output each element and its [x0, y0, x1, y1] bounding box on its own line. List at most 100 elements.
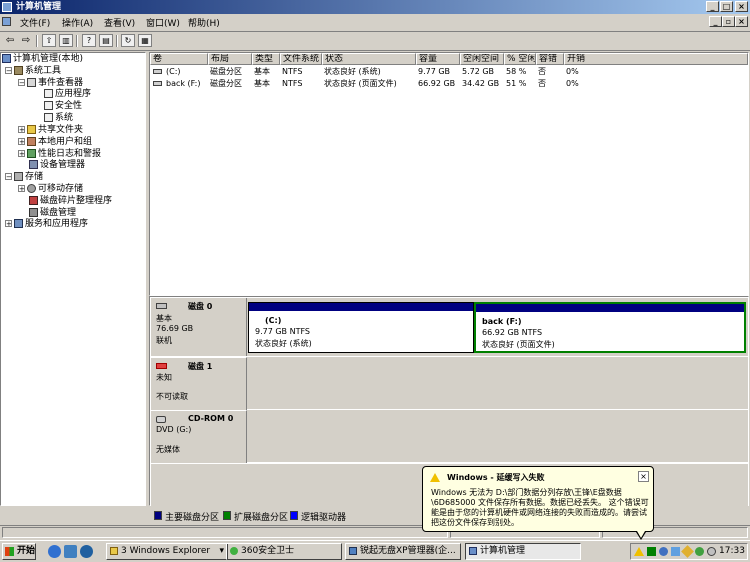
primary-partition-bar [476, 304, 744, 312]
delayed-write-failed-balloon[interactable]: Windows - 延缓写入失败 × Windows 无法为 D:\部门数据分列… [422, 466, 654, 540]
task-diskless-manager[interactable]: 锐起无盘XP管理器(企... [345, 543, 461, 560]
users-icon [27, 137, 36, 146]
back-arrow-icon[interactable]: ⇦ [3, 34, 17, 47]
menu-help[interactable]: 帮助(H) [188, 16, 220, 29]
expand-icon[interactable]: + [18, 138, 25, 146]
menu-window[interactable]: 窗口(W) [146, 16, 180, 29]
legend-extended-label: 扩展磁盘分区 [234, 513, 289, 523]
collapse-icon[interactable]: − [5, 67, 12, 75]
up-folder-icon[interactable]: ⇧ [42, 34, 56, 47]
column-header-volume[interactable]: 卷 [150, 53, 208, 65]
app-icon [349, 547, 357, 555]
disk0-info[interactable]: 磁盘 0 基本 76.69 GB 联机 [151, 298, 247, 356]
status-pane-main [2, 527, 448, 538]
start-label: 开始 [17, 546, 36, 556]
show-hide-tree-icon[interactable]: ▥ [59, 34, 73, 47]
tray-app-icon[interactable] [695, 547, 704, 556]
task-windows-explorer[interactable]: 3 Windows Explorer ▾ [106, 543, 228, 560]
column-header-type[interactable]: 类型 [252, 53, 280, 65]
child-restore-button[interactable]: ▫ [722, 16, 735, 27]
expand-icon[interactable]: + [18, 185, 25, 193]
tree-item-disk-management[interactable]: 磁盘管理 [29, 208, 76, 219]
tree-item-perf-logs[interactable]: + 性能日志和警报 [18, 149, 101, 160]
balloon-close-button[interactable]: × [638, 471, 649, 482]
minimize-button[interactable]: _ [706, 1, 719, 12]
disk1-info[interactable]: 磁盘 1 未知 不可读取 [151, 357, 247, 410]
column-header-status[interactable]: 状态 [322, 53, 416, 65]
tray-app-icon[interactable] [659, 547, 668, 556]
partition-f[interactable]: back (F:) 66.92 GB NTFS 状态良好 (页面文件) [474, 302, 746, 353]
child-window-icon[interactable] [2, 17, 11, 26]
column-header-free-space[interactable]: 空闲空间 [460, 53, 504, 65]
tree-item-root[interactable]: 计算机管理(本地) [2, 54, 83, 65]
menu-file[interactable]: 文件(F) [20, 16, 50, 29]
table-cell: 状态良好 (页面文件) [324, 79, 397, 88]
tree-item-device-manager[interactable]: 设备管理器 [29, 160, 85, 171]
expand-icon[interactable]: + [18, 126, 25, 134]
maximize-button[interactable]: □ [720, 1, 733, 12]
tray-app-icon[interactable] [671, 547, 680, 556]
cdrom0-info[interactable]: CD-ROM 0 DVD (G:) 无媒体 [151, 410, 247, 463]
tree-item-shared-folders[interactable]: + 共享文件夹 [18, 125, 83, 136]
forward-arrow-icon[interactable]: ⇨ [19, 34, 33, 47]
title-bar[interactable]: 计算机管理 _ □ × [0, 0, 750, 14]
start-button[interactable]: 开始 [2, 543, 36, 560]
clock[interactable]: 17:33 [719, 546, 745, 556]
toolbar-separator [76, 35, 78, 47]
system-tray: 17:33 [630, 543, 748, 560]
expand-icon[interactable]: + [5, 220, 12, 228]
table-cell: 51 % [506, 79, 527, 88]
table-cell: 9.77 GB [418, 67, 451, 76]
table-cell: 0% [566, 79, 579, 88]
help-icon[interactable]: ? [82, 34, 96, 47]
tree-item-event-viewer[interactable]: − 事件查看器 [18, 78, 83, 89]
column-header-capacity[interactable]: 容量 [416, 53, 460, 65]
toolbar-separator [116, 35, 118, 47]
properties-icon[interactable]: ▤ [99, 34, 113, 47]
close-button[interactable]: × [735, 1, 748, 12]
event-viewer-icon [27, 78, 36, 87]
quicklaunch-icon[interactable] [80, 545, 93, 558]
partition-c[interactable]: (C:) 9.77 GB NTFS 状态良好 (系统) [248, 302, 474, 353]
computer-icon [2, 54, 11, 63]
tree-item-application[interactable]: 应用程序 [44, 89, 91, 100]
tree-item-services-apps[interactable]: + 服务和应用程序 [5, 219, 88, 230]
task-computer-management[interactable]: 计算机管理 [465, 543, 581, 560]
child-minimize-button[interactable]: _ [709, 16, 722, 27]
column-header-layout[interactable]: 布局 [208, 53, 252, 65]
taskbar: 开始 3 Windows Explorer ▾ 360安全卫士 锐起无盘XP管理… [0, 540, 750, 562]
export-list-icon[interactable]: ▦ [138, 34, 152, 47]
toolbar-separator [36, 35, 38, 47]
show-desktop-icon[interactable] [64, 545, 77, 558]
menu-view[interactable]: 查看(V) [104, 16, 135, 29]
network-tray-icon[interactable] [647, 547, 656, 556]
expand-icon[interactable]: + [18, 150, 25, 158]
task-360-safe[interactable]: 360安全卫士 [226, 543, 342, 560]
table-cell: 基本 [254, 79, 270, 88]
tray-app-icon[interactable] [681, 545, 694, 558]
partition-c-label: (C:) [265, 316, 282, 325]
ie-icon[interactable] [48, 545, 61, 558]
collapse-icon[interactable]: − [18, 79, 25, 87]
warning-tray-icon[interactable] [634, 547, 644, 556]
tree-item-local-users[interactable]: + 本地用户和组 [18, 137, 92, 148]
tree-item-system[interactable]: 系统 [44, 113, 73, 124]
storage-icon [14, 172, 23, 181]
refresh-icon[interactable]: ↻ [121, 34, 135, 47]
menu-action[interactable]: 操作(A) [62, 16, 93, 29]
column-header-filesystem[interactable]: 文件系统 [280, 53, 322, 65]
volume-tray-icon[interactable] [707, 547, 716, 556]
tree-item-defrag[interactable]: 磁盘碎片整理程序 [29, 196, 112, 207]
tree-item-storage[interactable]: − 存储 [5, 172, 43, 183]
tree-item-removable-storage[interactable]: + 可移动存储 [18, 184, 83, 195]
computer-management-icon [469, 547, 477, 555]
column-header-overhead[interactable]: 开销 [564, 53, 748, 65]
column-header-percent-free[interactable]: % 空闲 [504, 53, 536, 65]
tree-item-security[interactable]: 安全性 [44, 101, 82, 112]
tree-item-system-tools[interactable]: − 系统工具 [5, 66, 61, 77]
folder-icon [110, 547, 118, 555]
disk0-partitions: (C:) 9.77 GB NTFS 状态良好 (系统) back (F:) 66… [247, 298, 748, 356]
collapse-icon[interactable]: − [5, 173, 12, 181]
column-header-fault-tolerance[interactable]: 容错 [536, 53, 564, 65]
child-close-button[interactable]: × [735, 16, 748, 27]
